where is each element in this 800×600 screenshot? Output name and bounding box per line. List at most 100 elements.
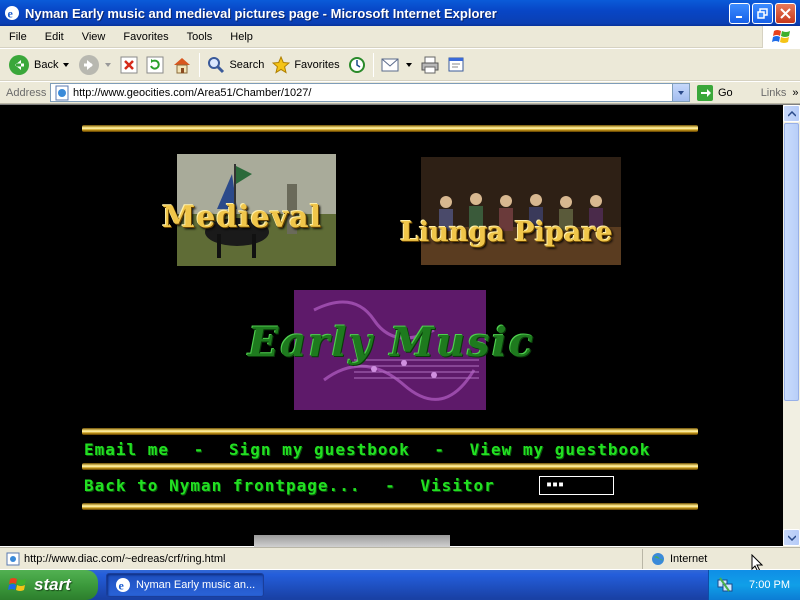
address-dropdown-button[interactable] [672, 84, 689, 101]
chevron-down-icon [678, 90, 684, 95]
clock[interactable]: 7:00 PM [749, 579, 790, 591]
history-icon [348, 56, 365, 73]
menu-bar: File Edit View Favorites Tools Help [0, 26, 800, 48]
refresh-button[interactable] [142, 51, 168, 79]
document-edit-icon [448, 57, 464, 71]
windows-flag-icon [8, 578, 26, 591]
links-button[interactable]: Links [761, 87, 787, 99]
forward-button[interactable] [74, 51, 116, 79]
gold-divider-nav [82, 463, 698, 470]
menu-favorites[interactable]: Favorites [114, 31, 177, 43]
history-button[interactable] [344, 51, 370, 79]
visitor-label: Visitor [420, 476, 495, 495]
status-bar: http://www.diac.com/~edreas/crf/ring.htm… [0, 547, 800, 573]
task-label: Nyman Early music an... [136, 579, 256, 591]
liunga-pipare-title: Liunga Pipare [400, 217, 613, 248]
stop-button[interactable] [116, 51, 142, 79]
chevron-up-icon [787, 110, 796, 117]
window-title: Nyman Early music and medieval pictures … [25, 5, 497, 21]
printer-icon [421, 56, 439, 73]
menu-file[interactable]: File [0, 31, 36, 43]
web-page-viewport: Medieval Liunga Pipare Early Music Email… [0, 104, 800, 547]
go-button[interactable]: Go [696, 84, 733, 102]
close-button[interactable] [775, 3, 796, 24]
svg-text:e: e [119, 579, 125, 593]
network-icon[interactable] [717, 577, 733, 593]
minimize-button[interactable] [729, 3, 750, 24]
address-url: http://www.geocities.com/Area51/Chamber/… [73, 86, 312, 99]
band-scene-image [421, 157, 621, 265]
nav-line-1: Email me - Sign my guestbook - View my g… [84, 440, 650, 459]
page-icon [55, 85, 69, 100]
home-button[interactable] [168, 51, 196, 79]
chevron-down-icon[interactable] [62, 61, 70, 69]
address-bar: Address http://www.geocities.com/Area51/… [0, 82, 800, 104]
search-button[interactable]: Search [203, 51, 268, 79]
windows-flag-icon [762, 26, 800, 48]
print-button[interactable] [417, 51, 443, 79]
email-me-link[interactable]: Email me [84, 440, 169, 459]
go-label: Go [718, 86, 733, 99]
chevron-down-icon[interactable] [104, 61, 112, 69]
nav-line-2: Back to Nyman frontpage... - Visitor [84, 476, 495, 495]
view-guestbook-link[interactable]: View my guestbook [470, 440, 651, 459]
svg-text:e: e [8, 7, 14, 21]
scroll-up-button[interactable] [783, 105, 800, 122]
toolbar-separator [372, 52, 374, 77]
mail-icon [381, 58, 399, 71]
security-zone[interactable]: Internet [642, 548, 752, 569]
mail-button[interactable] [377, 51, 417, 79]
back-button[interactable]: Back [4, 51, 74, 79]
vertical-scrollbar[interactable] [783, 105, 800, 547]
close-icon [780, 8, 791, 19]
back-to-frontpage-link[interactable]: Back to Nyman frontpage... [84, 476, 360, 495]
gold-divider-top [82, 125, 698, 132]
restore-button[interactable] [752, 3, 773, 24]
status-text: http://www.diac.com/~edreas/crf/ring.htm… [24, 552, 226, 565]
liunga-pipare-band-photo[interactable] [421, 157, 621, 265]
chevron-right-icon[interactable]: » [792, 87, 798, 99]
menu-help[interactable]: Help [221, 31, 262, 43]
separator: - [193, 440, 205, 459]
gold-divider-bottom [82, 503, 698, 510]
menu-view[interactable]: View [73, 31, 115, 43]
early-music-title: Early Music [248, 319, 536, 366]
visitor-counter: ▪▪▪ [539, 476, 614, 495]
favorites-label: Favorites [294, 58, 340, 71]
toolbar-separator [199, 52, 201, 77]
restore-icon [757, 8, 768, 19]
visitor-count: ▪▪▪ [546, 479, 565, 490]
address-input[interactable]: http://www.geocities.com/Area51/Chamber/… [50, 83, 690, 102]
search-icon [208, 56, 225, 73]
separator: - [385, 476, 396, 495]
standard-toolbar: Back Search Favorites [0, 49, 800, 81]
back-arrow-icon [9, 54, 29, 75]
menu-edit[interactable]: Edit [36, 31, 73, 43]
menu-tools[interactable]: Tools [178, 31, 222, 43]
start-button[interactable]: start [0, 570, 98, 600]
window-title-bar[interactable]: e Nyman Early music and medieval picture… [0, 0, 800, 26]
edit-page-button[interactable] [443, 51, 469, 79]
search-label: Search [229, 58, 265, 71]
separator: - [434, 440, 446, 459]
minimize-icon [735, 15, 742, 18]
start-label: start [34, 575, 71, 594]
sign-guestbook-link[interactable]: Sign my guestbook [229, 440, 410, 459]
gold-divider-middle [82, 428, 698, 435]
webring-banner-image[interactable] [254, 535, 450, 547]
star-icon [272, 55, 291, 74]
internet-explorer-icon: e [5, 6, 19, 21]
back-label: Back [34, 58, 59, 71]
scroll-down-button[interactable] [783, 529, 800, 546]
page-icon [6, 552, 20, 565]
chevron-down-icon [787, 534, 796, 541]
forward-arrow-icon [79, 54, 100, 75]
chevron-down-icon[interactable] [405, 61, 413, 69]
taskbar-ie-window-button[interactable]: e Nyman Early music an... [106, 573, 264, 597]
refresh-icon [146, 56, 164, 73]
home-icon [174, 57, 191, 73]
zone-label: Internet [670, 552, 708, 565]
favorites-button[interactable]: Favorites [268, 51, 343, 79]
medieval-title: Medieval [162, 200, 323, 235]
scrollbar-thumb[interactable] [784, 123, 799, 401]
